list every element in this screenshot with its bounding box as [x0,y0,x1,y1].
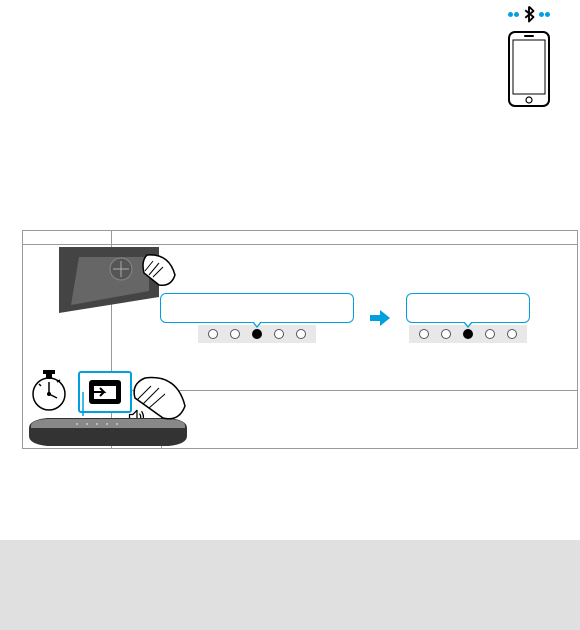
instruction-table [22,230,578,449]
led-off [441,329,451,339]
phone-bluetooth-group [508,5,550,112]
led-state-after [406,293,530,343]
led-off [208,329,218,339]
signal-dot [539,12,544,17]
bluetooth-signal-row [508,5,550,23]
led-off [274,329,284,339]
callout-box [406,293,530,323]
signal-dot [545,12,550,17]
signal-dot [508,12,513,17]
callout-box [160,293,354,323]
bluetooth-icon [520,5,538,23]
led-on [252,329,262,339]
signal-dot [514,12,519,17]
led-off [507,329,517,339]
footer-band [0,540,580,630]
header-cell-2 [112,231,578,245]
led-off [296,329,306,339]
led-off [230,329,240,339]
led-off [419,329,429,339]
arrow-right-icon [370,310,390,326]
header-area [0,0,580,230]
illustration-cell [23,245,112,449]
led-on [463,329,473,339]
press-source-button-icon [27,364,189,446]
header-cell-1 [23,231,112,245]
audio-description-cell [162,391,578,449]
led-state-before [160,293,354,343]
led-off [485,329,495,339]
smartphone-icon [508,31,550,107]
